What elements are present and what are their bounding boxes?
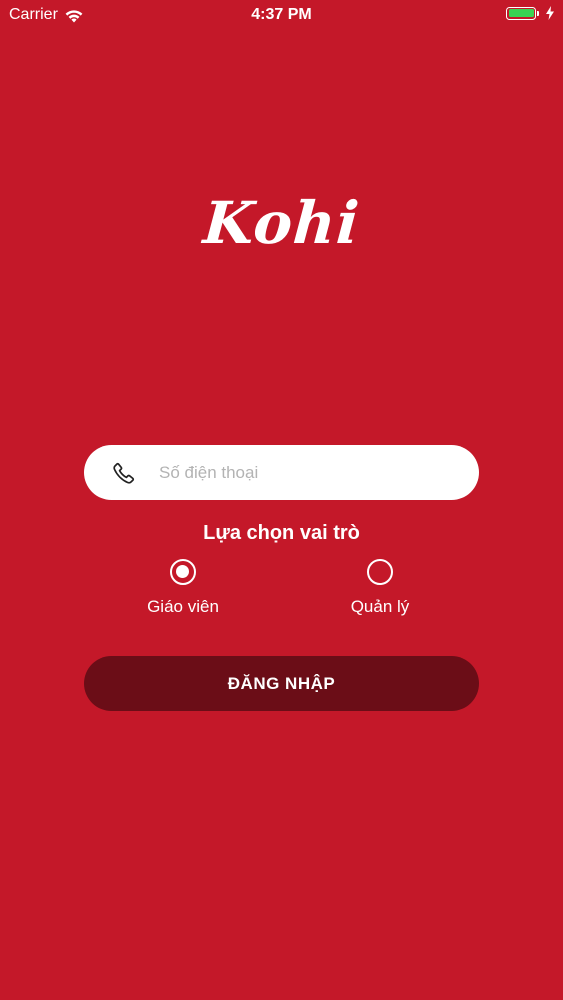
radio-button-teacher[interactable] [170,559,196,585]
role-label-manager: Quản lý [350,597,410,616]
battery-level-fill [508,9,534,17]
phone-number-input[interactable] [159,445,459,500]
app-logo: Kohi [201,189,362,257]
status-time: 4:37 PM [251,6,312,23]
role-selection-title: Lựa chọn vai trò [203,522,360,544]
battery-cap [537,10,539,16]
role-option-manager[interactable]: Quản lý [320,558,440,620]
status-bar: Carrier 4:37 PM [0,0,563,30]
login-button[interactable]: ĐĂNG NHẬP [84,656,479,711]
battery-icon [506,6,536,20]
battery-indicator [506,6,555,20]
radio-button-manager[interactable] [367,559,393,585]
radio-selected-dot [176,565,189,578]
charging-bolt-icon [546,6,554,20]
role-label-teacher: Giáo viên [147,597,219,616]
phone-icon [113,462,135,484]
role-option-teacher[interactable]: Giáo viên [123,558,243,620]
phone-field-container[interactable] [84,445,479,500]
